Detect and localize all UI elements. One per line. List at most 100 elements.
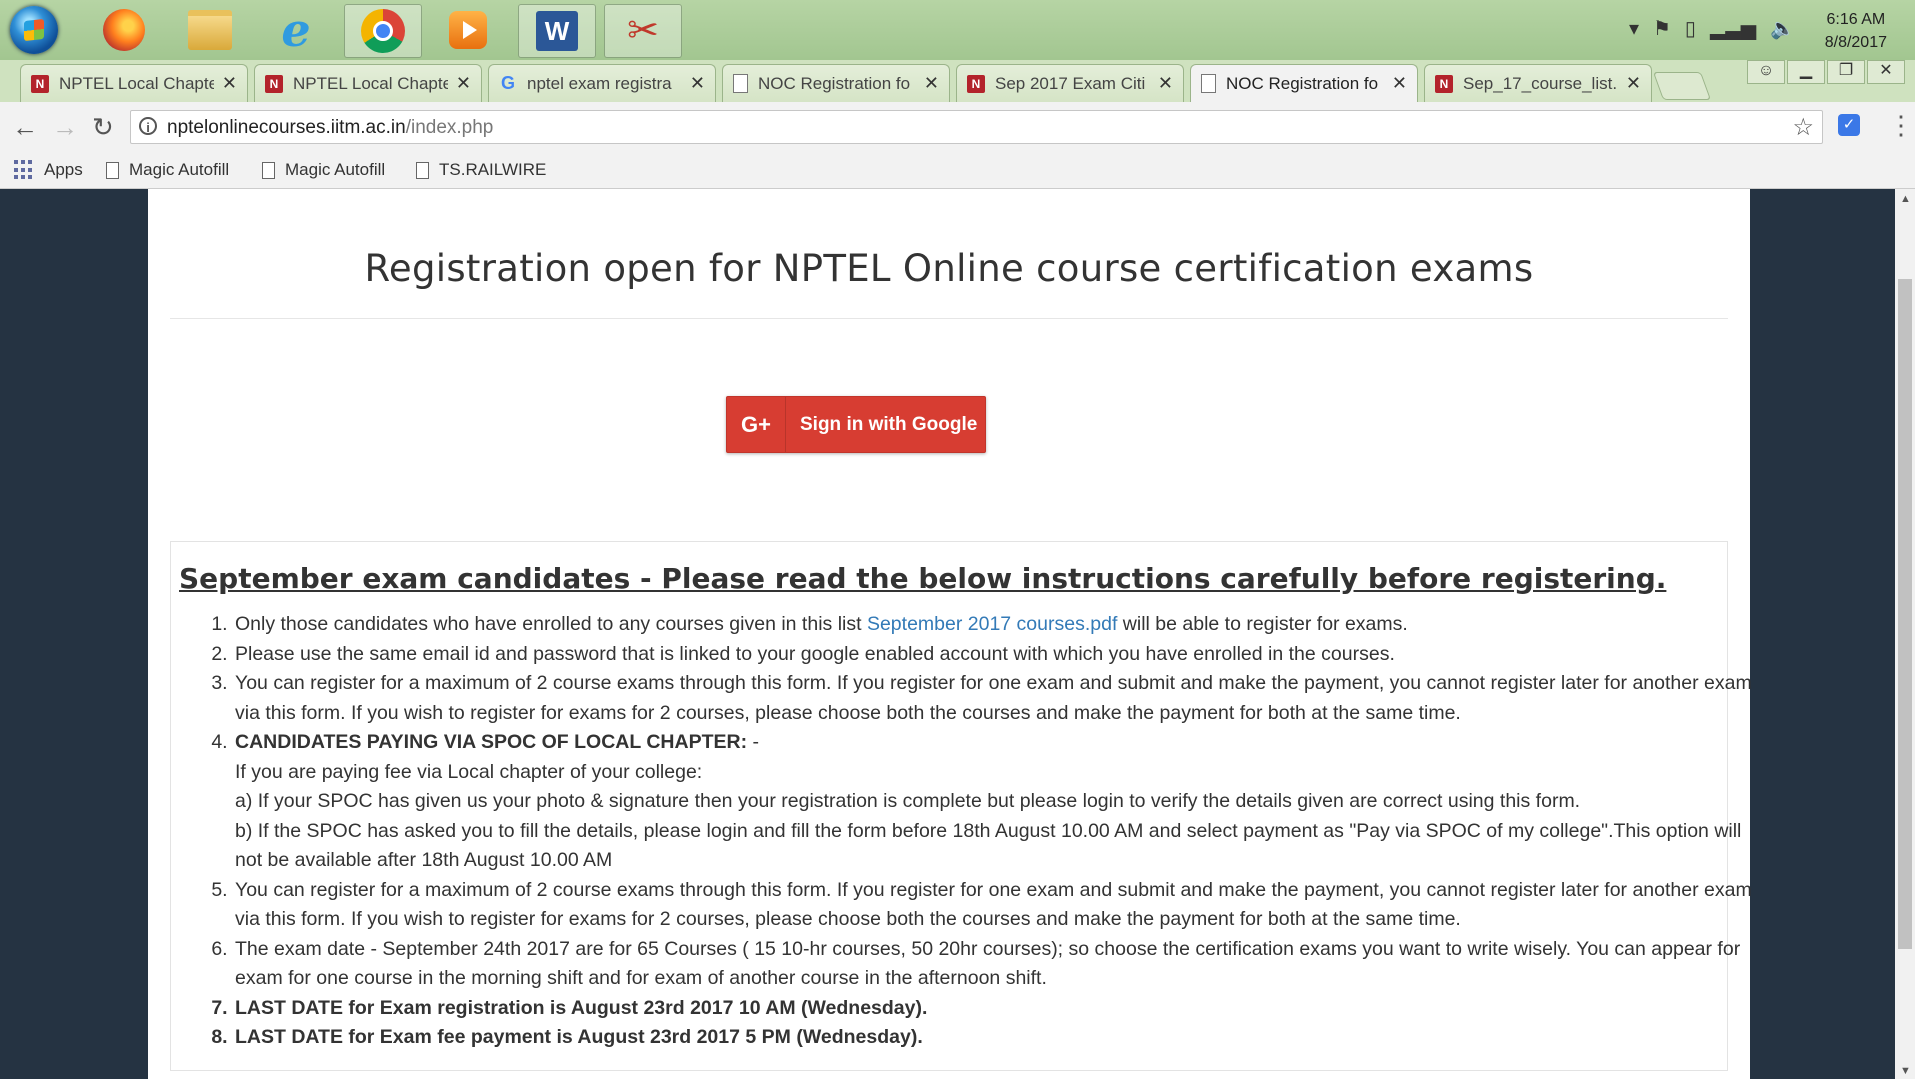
spoc-dash: - bbox=[747, 731, 760, 753]
instruction-text: will be able to register for exams. bbox=[1117, 613, 1408, 635]
document-icon bbox=[106, 161, 119, 179]
system-tray: ▾ ⚑ ▯ ▂▃▅ 🔈 bbox=[1629, 16, 1795, 41]
tab-close-icon[interactable]: ✕ bbox=[1626, 73, 1641, 94]
browser-tab[interactable]: G nptel exam registra ✕ bbox=[488, 64, 716, 102]
folder-icon bbox=[188, 10, 232, 50]
spoc-heading: CANDIDATES PAYING VIA SPOC OF LOCAL CHAP… bbox=[235, 731, 748, 753]
action-center-flag-icon[interactable]: ⚑ bbox=[1653, 16, 1671, 41]
instruction-item: Only those candidates who have enrolled … bbox=[233, 610, 1763, 640]
battery-icon[interactable]: ▯ bbox=[1685, 16, 1696, 41]
firefox-icon bbox=[103, 9, 145, 51]
scroll-up-arrow-icon[interactable]: ▲ bbox=[1900, 193, 1911, 205]
apps-grid-icon bbox=[14, 160, 34, 180]
system-clock[interactable]: 6:16 AM 8/8/2017 bbox=[1825, 8, 1887, 54]
tab-label: NPTEL Local Chapte bbox=[59, 73, 214, 93]
bookmark-ts-railwire[interactable]: TS.RAILWIRE bbox=[416, 160, 546, 180]
profile-icon[interactable]: ☺ bbox=[1747, 60, 1785, 84]
bookmark-label: Magic Autofill bbox=[129, 160, 230, 179]
chrome-icon bbox=[361, 9, 405, 53]
nptel-favicon-icon: N bbox=[967, 74, 985, 93]
tab-close-icon[interactable]: ✕ bbox=[222, 73, 237, 94]
url-path: /index.php bbox=[405, 117, 494, 138]
firefox-taskbar-button[interactable] bbox=[86, 4, 162, 56]
file-explorer-taskbar-button[interactable] bbox=[172, 4, 248, 56]
nptel-favicon-icon: N bbox=[31, 74, 49, 93]
bookmark-star-icon[interactable]: ☆ bbox=[1792, 113, 1814, 142]
windows-start-icon[interactable] bbox=[10, 6, 58, 54]
scrollbar-thumb[interactable] bbox=[1898, 279, 1912, 949]
browser-tab[interactable]: NOC Registration fo ✕ bbox=[722, 64, 950, 102]
word-icon: W bbox=[536, 11, 578, 51]
instruction-item: CANDIDATES PAYING VIA SPOC OF LOCAL CHAP… bbox=[233, 728, 1763, 876]
url-text[interactable]: nptelonlinecourses.iitm.ac.in/index.php bbox=[167, 117, 493, 139]
new-tab-button[interactable] bbox=[1652, 72, 1712, 100]
document-icon bbox=[416, 161, 429, 179]
internet-explorer-icon: e bbox=[281, 3, 311, 57]
page-title: Registration open for NPTEL Online cours… bbox=[364, 247, 1534, 290]
restore-icon[interactable]: ❐ bbox=[1827, 60, 1865, 84]
instruction-item: LAST DATE for Exam registration is Augus… bbox=[233, 994, 1763, 1024]
windows-taskbar: e W ✂ ▾ ⚑ ▯ ▂▃▅ 🔈 6:16 AM 8/8/2017 bbox=[0, 0, 1915, 61]
divider bbox=[170, 318, 1728, 319]
tab-close-icon[interactable]: ✕ bbox=[1158, 73, 1173, 94]
internet-explorer-taskbar-button[interactable]: e bbox=[258, 4, 334, 56]
media-player-taskbar-button[interactable] bbox=[430, 4, 506, 56]
browser-toolbar: ← → ↻ i nptelonlinecourses.iitm.ac.in/in… bbox=[0, 102, 1915, 152]
bookmark-label: TS.RAILWIRE bbox=[439, 160, 547, 179]
bookmark-apps[interactable]: Apps bbox=[14, 160, 83, 180]
address-bar[interactable]: i nptelonlinecourses.iitm.ac.in/index.ph… bbox=[130, 110, 1823, 144]
tab-label: Sep 2017 Exam Citi bbox=[995, 73, 1146, 93]
volume-icon[interactable]: 🔈 bbox=[1770, 16, 1795, 41]
instruction-item: LAST DATE for Exam fee payment is August… bbox=[233, 1023, 1763, 1053]
instruction-item: You can register for a maximum of 2 cour… bbox=[233, 876, 1763, 935]
browser-tab[interactable]: N Sep_17_course_list.p ✕ bbox=[1424, 64, 1652, 102]
extension-shield-icon[interactable]: ✓ bbox=[1838, 114, 1860, 136]
instructions-panel: September exam candidates - Please read … bbox=[170, 541, 1752, 1071]
bookmark-magic-autofill[interactable]: Magic Autofill bbox=[106, 160, 229, 180]
bookmark-magic-autofill[interactable]: Magic Autofill bbox=[262, 160, 385, 180]
word-taskbar-button[interactable]: W bbox=[518, 4, 596, 58]
nptel-favicon-icon: N bbox=[1435, 74, 1453, 93]
tab-close-icon[interactable]: ✕ bbox=[690, 73, 705, 94]
chrome-menu-icon[interactable]: ⋮ bbox=[1888, 110, 1914, 141]
september-courses-pdf-link[interactable]: September 2017 courses.pdf bbox=[867, 613, 1117, 635]
instruction-text: Only those candidates who have enrolled … bbox=[235, 613, 867, 635]
vertical-scrollbar[interactable]: ▲ ▼ bbox=[1895, 189, 1915, 1079]
tab-label: NOC Registration fo bbox=[758, 73, 911, 93]
document-favicon-icon bbox=[1201, 74, 1216, 93]
chrome-taskbar-button[interactable] bbox=[344, 4, 422, 58]
url-host: nptelonlinecourses.iitm.ac.in bbox=[167, 117, 406, 138]
google-plus-icon: G+ bbox=[727, 397, 786, 452]
snipping-tool-taskbar-button[interactable]: ✂ bbox=[604, 4, 682, 58]
instructions-heading: September exam candidates - Please read … bbox=[179, 562, 1667, 595]
tab-close-icon[interactable]: ✕ bbox=[1392, 73, 1407, 94]
browser-tab-active[interactable]: NOC Registration fo ✕ bbox=[1190, 64, 1418, 102]
site-info-icon[interactable]: i bbox=[139, 117, 157, 135]
instruction-item: The exam date - September 24th 2017 are … bbox=[233, 935, 1763, 994]
tab-close-icon[interactable]: ✕ bbox=[924, 73, 939, 94]
close-window-icon[interactable]: ✕ bbox=[1867, 60, 1905, 84]
browser-tab[interactable]: N Sep 2017 Exam Citi ✕ bbox=[956, 64, 1184, 102]
page-content: Registration open for NPTEL Online cours… bbox=[148, 189, 1752, 1079]
media-player-icon bbox=[449, 11, 487, 49]
network-signal-icon[interactable]: ▂▃▅ bbox=[1710, 16, 1756, 41]
instruction-text: a) If your SPOC has given us your photo … bbox=[235, 790, 1581, 812]
back-arrow-icon[interactable]: ← bbox=[12, 112, 38, 143]
sign-in-with-google-button[interactable]: G+ Sign in with Google bbox=[726, 396, 986, 453]
browser-tab[interactable]: N NPTEL Local Chapte ✕ bbox=[20, 64, 248, 102]
instructions-list: Only those candidates who have enrolled … bbox=[181, 610, 1763, 1053]
google-favicon-icon: G bbox=[500, 73, 515, 93]
document-icon bbox=[262, 161, 275, 179]
tab-close-icon[interactable]: ✕ bbox=[456, 73, 471, 94]
instruction-item: Please use the same email id and passwor… bbox=[233, 640, 1763, 670]
document-favicon-icon bbox=[733, 74, 748, 93]
scroll-down-arrow-icon[interactable]: ▼ bbox=[1900, 1065, 1911, 1077]
instruction-item: You can register for a maximum of 2 cour… bbox=[233, 669, 1763, 728]
minimize-icon[interactable]: ▁ bbox=[1787, 60, 1825, 84]
reload-icon[interactable]: ↻ bbox=[92, 112, 114, 143]
browser-tab-strip: N NPTEL Local Chapte ✕ N NPTEL Local Cha… bbox=[0, 60, 1915, 102]
forward-arrow-icon[interactable]: → bbox=[52, 112, 78, 143]
browser-tab[interactable]: N NPTEL Local Chapte ✕ bbox=[254, 64, 482, 102]
google-button-label: Sign in with Google bbox=[800, 413, 978, 435]
tray-expand-icon[interactable]: ▾ bbox=[1629, 16, 1639, 41]
